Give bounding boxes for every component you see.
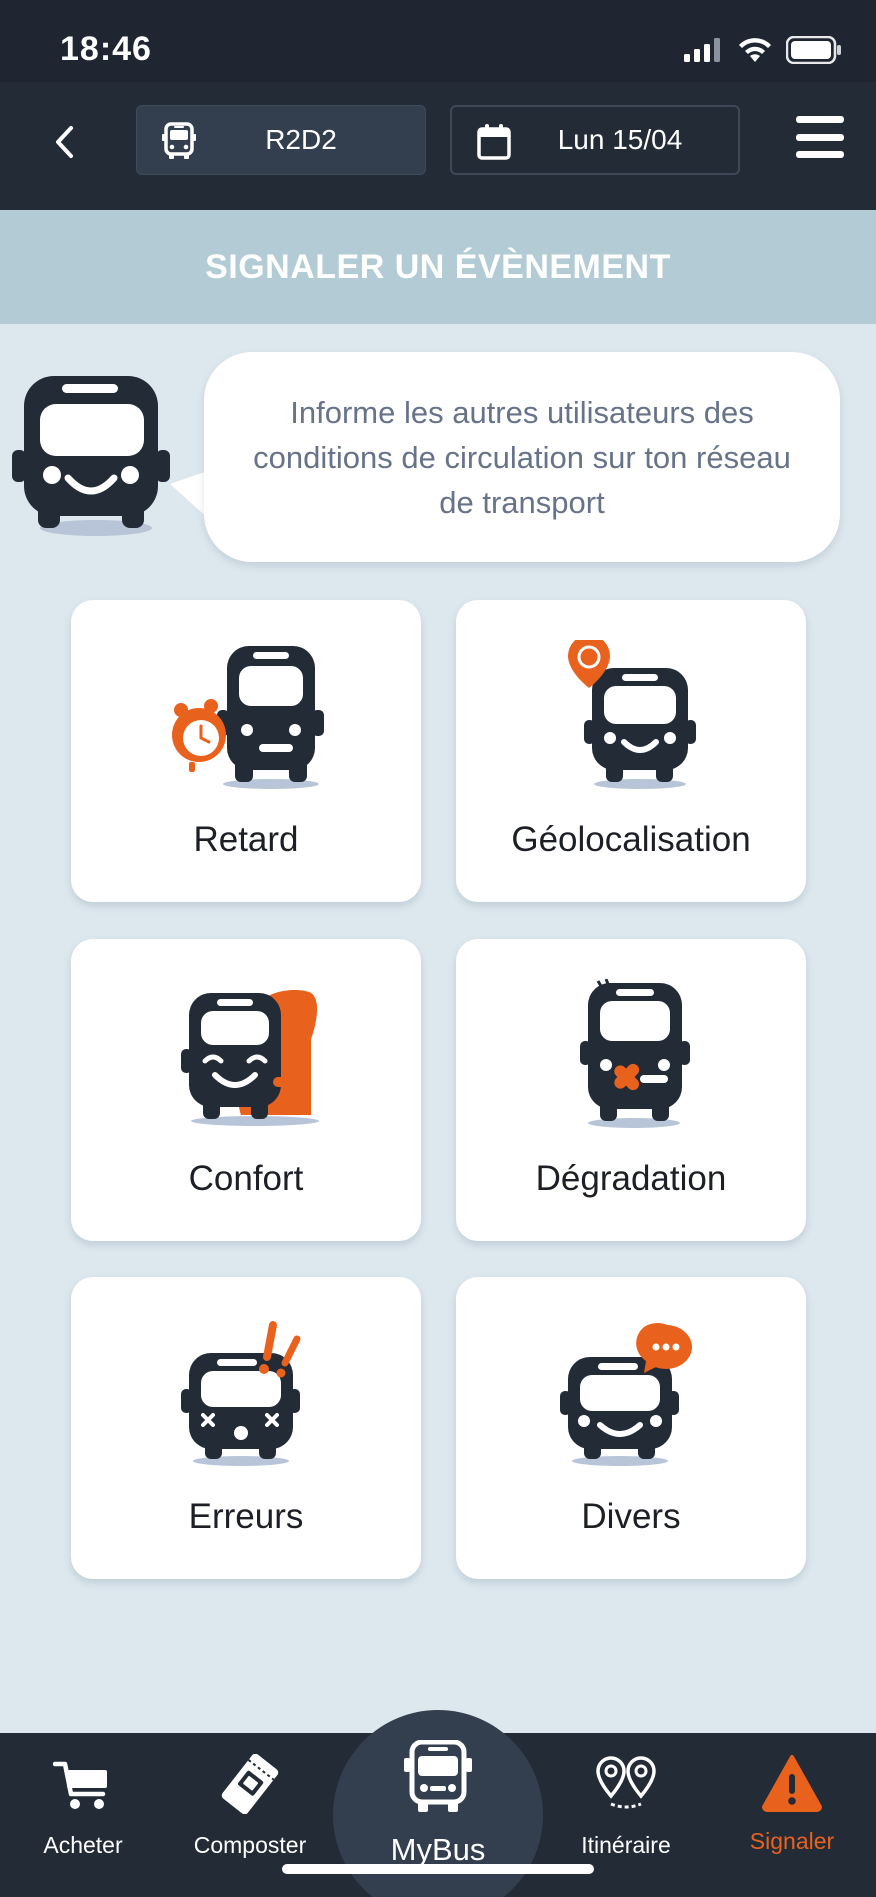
top-bar: R2D2 Lun 15/04: [0, 82, 876, 210]
card-erreurs[interactable]: Erreurs: [71, 1277, 421, 1579]
card-confort[interactable]: Confort: [71, 939, 421, 1241]
card-label: Confort: [188, 1159, 304, 1198]
nav-label: Signaler: [749, 1828, 835, 1854]
status-icons: [684, 36, 842, 64]
card-retard[interactable]: Retard: [71, 600, 421, 902]
card-label: Divers: [581, 1497, 681, 1536]
wifi-icon: [739, 38, 771, 62]
route-pins-icon: [596, 1756, 656, 1809]
page-title: SIGNALER UN ÉVÈNEMENT: [0, 210, 876, 324]
nav-itineraire[interactable]: Itinéraire: [570, 1756, 682, 1880]
nav-mybus[interactable]: MyBus: [370, 1740, 506, 1880]
nav-label: MyBus: [390, 1832, 486, 1867]
nav-signaler[interactable]: Signaler: [740, 1754, 844, 1880]
line-selector[interactable]: R2D2: [136, 105, 426, 175]
nav-label: Acheter: [43, 1832, 123, 1858]
battery-icon: [786, 36, 841, 64]
chevron-left-icon: [56, 126, 73, 158]
card-divers[interactable]: Divers: [456, 1277, 806, 1579]
cellular-signal-icon: [684, 38, 720, 62]
date-selector[interactable]: Lun 15/04: [450, 105, 740, 175]
bus-armchair-icon: [181, 990, 319, 1126]
bus-clock-icon: [172, 646, 324, 789]
bus-location-pin-icon: [568, 640, 696, 789]
ticket-icon: [221, 1754, 279, 1814]
bus-mascot-icon: [12, 376, 170, 536]
card-geolocalisation[interactable]: Géolocalisation: [456, 600, 806, 902]
status-time: 18:46: [60, 30, 152, 68]
menu-bar-icon: [796, 116, 844, 123]
bus-chat-bubble-icon: [560, 1323, 692, 1466]
line-label: R2D2: [265, 124, 337, 155]
warning-icon: [762, 1755, 822, 1812]
cart-icon: [53, 1761, 107, 1809]
intro-bubble: Informe les autres utilisateurs des cond…: [204, 352, 840, 562]
back-button[interactable]: [36, 112, 92, 172]
bus-error-icon: [181, 1321, 301, 1466]
nav-composter[interactable]: Composter: [180, 1754, 320, 1880]
card-label: Erreurs: [188, 1497, 304, 1536]
home-indicator: [282, 1864, 594, 1874]
card-label: Retard: [193, 820, 299, 859]
nav-label: Itinéraire: [581, 1832, 671, 1858]
nav-label: Composter: [193, 1832, 307, 1858]
card-degradation[interactable]: Dégradation: [456, 939, 806, 1241]
bus-bandage-icon: [580, 979, 690, 1128]
menu-bar-icon: [796, 151, 844, 158]
date-label: Lun 15/04: [557, 124, 683, 155]
card-label: Dégradation: [535, 1159, 727, 1198]
intro-text: Informe les autres utilisateurs des cond…: [253, 394, 791, 520]
menu-bar-icon: [796, 133, 844, 141]
nav-acheter[interactable]: Acheter: [30, 1760, 136, 1880]
card-label: Géolocalisation: [511, 820, 751, 859]
bus-icon: [404, 1740, 472, 1812]
status-bar: 18:46: [0, 0, 876, 82]
menu-button[interactable]: [796, 116, 844, 158]
